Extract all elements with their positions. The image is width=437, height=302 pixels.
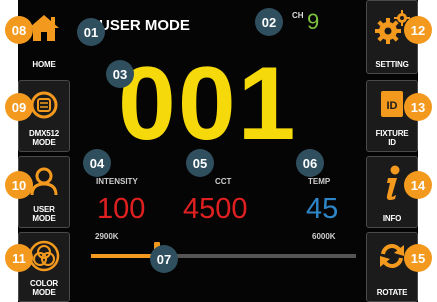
badge-09: 09: [5, 93, 33, 121]
channel-value: 9: [307, 9, 320, 34]
badge-05: 05: [186, 149, 214, 177]
slider-min-label: 2900K: [95, 232, 119, 241]
cct-label: CCT: [215, 177, 232, 186]
info-label: INFO: [382, 214, 402, 223]
badge-13: 13: [404, 93, 432, 121]
badge-06: 06: [296, 149, 324, 177]
slider-fill: [91, 254, 158, 258]
intensity-label: INTENSITY: [96, 177, 138, 186]
slider-max-label: 6000K: [312, 232, 336, 241]
dmx512-mode-label: DMX512 MODE: [29, 129, 59, 147]
badge-07: 07: [150, 245, 178, 273]
dmx-address-display: 001: [118, 46, 298, 162]
setting-label: SETTING: [375, 60, 409, 69]
intensity-value[interactable]: 100: [97, 194, 145, 224]
rotate-label: ROTATE: [376, 288, 408, 297]
badge-10: 10: [5, 171, 33, 199]
temp-label: TEMP: [308, 177, 331, 186]
temp-value[interactable]: 45: [306, 194, 338, 224]
color-mode-label: COLOR MODE: [30, 279, 58, 297]
badge-12: 12: [404, 16, 432, 44]
user-mode-label: USER MODE: [32, 205, 56, 223]
badge-03: 03: [106, 60, 134, 88]
fixture-id-label: FIXTURE ID: [375, 129, 409, 147]
cct-value[interactable]: 4500: [183, 194, 248, 224]
home-label: HOME: [32, 60, 56, 69]
mode-title: USER MODE: [99, 17, 190, 34]
badge-04: 04: [83, 149, 111, 177]
badge-14: 14: [404, 171, 432, 199]
badge-15: 15: [404, 244, 432, 272]
screen: HOME DMX512 MODE USER MODE COLOR MODE SE…: [0, 0, 437, 302]
badge-08: 08: [5, 16, 33, 44]
channel-label: CH: [292, 11, 304, 20]
badge-01: 01: [77, 18, 105, 46]
badge-11: 11: [5, 244, 33, 272]
cct-slider[interactable]: [91, 242, 356, 268]
badge-02: 02: [255, 8, 283, 36]
svg-text:ID: ID: [387, 100, 398, 112]
